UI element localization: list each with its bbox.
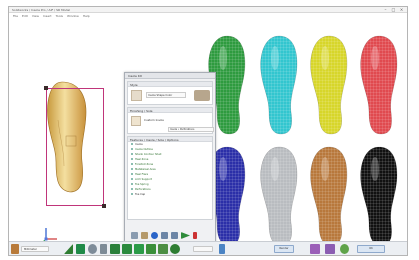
material-icon[interactable]	[310, 244, 320, 254]
minimize-button[interactable]: –	[382, 7, 389, 12]
menu-view[interactable]: View	[32, 14, 39, 19]
rotate-icon[interactable]	[134, 244, 144, 254]
skip-end-icon[interactable]	[171, 232, 178, 239]
menu-edit[interactable]: Edit	[22, 14, 28, 19]
window-title: Solidworks / Insole Pro / AIF / SR Model	[12, 8, 71, 12]
insole-swatch-yellow[interactable]	[310, 35, 348, 135]
finishing-sub-field[interactable]: Insole • Perforations	[168, 127, 214, 132]
sphere-icon[interactable]	[88, 244, 97, 254]
3d-viewport[interactable]: Insole Kit Style Insole Shape Color Fini…	[10, 20, 406, 245]
insole-swatch-black[interactable]	[360, 146, 398, 242]
menu-file[interactable]: File	[13, 14, 18, 19]
insole-swatch-cyan[interactable]	[260, 35, 298, 135]
wrench-icon[interactable]	[141, 232, 148, 239]
tree-item[interactable]: Toe Cap	[128, 192, 212, 197]
insole-swatch-red[interactable]	[360, 35, 398, 135]
refresh-icon[interactable]	[340, 244, 349, 254]
render-button[interactable]: Render	[274, 245, 294, 253]
units-field[interactable]: Millimeter	[21, 246, 49, 252]
record-icon[interactable]	[193, 232, 197, 239]
skip-forward-icon[interactable]	[161, 232, 168, 239]
menu-bar: File Edit View Insert Tools Window Help	[9, 14, 407, 19]
title-bar: Solidworks / Insole Pro / AIF / SR Model…	[9, 7, 407, 13]
menu-tools[interactable]: Tools	[56, 14, 63, 19]
mirror-icon[interactable]	[146, 244, 156, 254]
app-window: Solidworks / Insole Pro / AIF / SR Model…	[8, 6, 408, 256]
globe-icon[interactable]	[170, 244, 180, 254]
style-preview-icon[interactable]	[194, 90, 210, 101]
finishing-thumbnail-icon[interactable]	[131, 116, 141, 126]
close-button[interactable]: ×	[398, 7, 405, 12]
style-field[interactable]: Insole Shape Color	[146, 92, 186, 98]
menu-help[interactable]: Help	[83, 14, 90, 19]
texture-icon[interactable]	[325, 244, 335, 254]
feature-tree-section: Features / Insole / Sole / Options Insol…	[127, 136, 213, 220]
finishing-value: Custom Insole	[144, 118, 164, 122]
style-section: Style Insole Shape Color	[127, 81, 213, 105]
step-back-icon[interactable]	[151, 232, 158, 239]
block-icon[interactable]	[76, 244, 85, 254]
insole-properties-panel: Insole Kit Style Insole Shape Color Fini…	[124, 72, 216, 245]
maximize-button[interactable]: □	[390, 7, 397, 12]
pointer-icon[interactable]	[100, 244, 107, 254]
bottom-toolbar: Millimeter Render OK	[9, 241, 407, 255]
ok-button[interactable]: OK	[357, 245, 385, 253]
insole-swatch-copper[interactable]	[310, 146, 348, 242]
insole-swatch-silver[interactable]	[260, 146, 298, 242]
play-icon[interactable]	[181, 232, 190, 239]
shape-tool-icon[interactable]	[110, 244, 120, 254]
parameter-field[interactable]	[193, 246, 213, 252]
menu-window[interactable]: Window	[67, 14, 79, 19]
scale-icon[interactable]	[158, 244, 168, 254]
playback-toolbar	[127, 230, 213, 241]
panel-title: Insole Kit	[125, 73, 215, 79]
finishing-section: Finishing / Sole Custom Insole Insole • …	[127, 107, 214, 134]
menu-insert[interactable]: Insert	[43, 14, 52, 19]
extrude-icon[interactable]	[122, 244, 132, 254]
rewind-icon[interactable]	[131, 232, 138, 239]
insole-tool-icon[interactable]	[11, 244, 19, 254]
ramp-icon[interactable]	[64, 244, 73, 254]
info-icon[interactable]	[219, 244, 225, 254]
style-thumbnail-icon[interactable]	[131, 90, 142, 101]
